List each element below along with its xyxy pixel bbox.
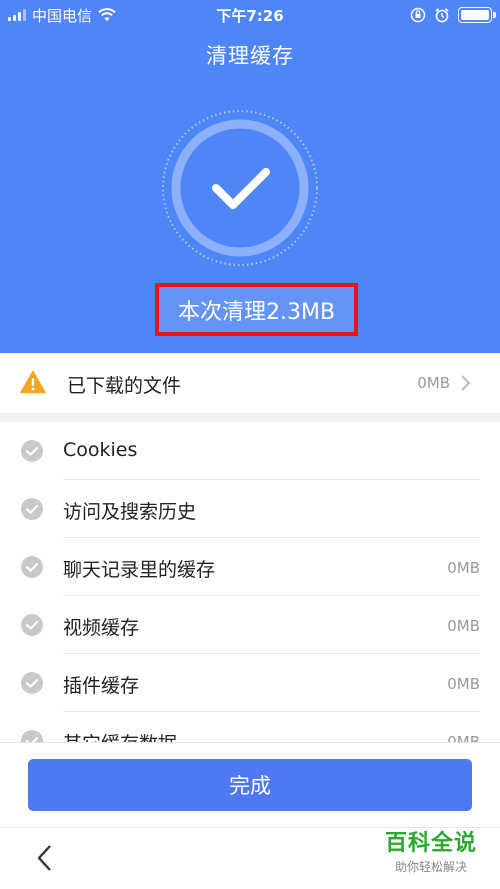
header-panel: 中国电信 下午7:26 清理缓存 本次清理2.3MB [0,0,500,353]
cache-item-label: 聊天记录里的缓存 [63,559,216,581]
cleaned-amount-text: 本次清理2.3MB [159,287,354,332]
cache-item-history[interactable]: 访问及搜索历史 [0,480,500,538]
check-circle-icon[interactable] [21,556,43,578]
page-title: 清理缓存 [206,44,294,68]
check-circle-icon[interactable] [21,730,43,742]
cache-item-label: 访问及搜索历史 [63,501,197,523]
downloaded-files-size: 0MB [417,374,450,392]
cleaned-amount-highlight: 本次清理2.3MB [155,283,358,336]
check-circle-icon[interactable] [21,440,43,462]
alarm-icon [435,8,449,23]
watermark-title: 百科全说 [384,831,477,856]
cache-item-label: Cookies [63,439,138,461]
cache-item-other[interactable]: 其它缓存数据 0MB [0,712,500,742]
watermark-logo: 百科全说 助你轻松解决 [376,825,486,877]
cache-item-size: 0MB [447,733,480,742]
check-circle-icon[interactable] [21,672,43,694]
done-button[interactable]: 完成 [28,759,472,811]
cache-item-size: 0MB [447,617,480,635]
cache-item-plugin[interactable]: 插件缓存 0MB [0,654,500,712]
cache-item-chat[interactable]: 聊天记录里的缓存 0MB [0,538,500,596]
cache-item-label: 插件缓存 [63,675,140,697]
cache-item-label: 视频缓存 [63,617,140,639]
downloaded-files-label: 已下载的文件 [67,375,182,397]
cache-item-cookies[interactable]: Cookies [0,422,500,480]
cache-item-video[interactable]: 视频缓存 0MB [0,596,500,654]
cache-item-list: Cookies 访问及搜索历史 聊天记录里的缓存 0MB 视频缓存 0MB 插件… [0,422,500,742]
bottom-panel: 完成 百科全说 助你轻松解决 [0,742,500,889]
cache-item-size: 0MB [447,559,480,577]
watermark-subtitle: 助你轻松解决 [394,860,467,874]
back-chevron-icon[interactable] [34,843,54,873]
check-circle-icon[interactable] [21,614,43,636]
section-separator [0,413,500,422]
downloaded-files-row[interactable]: 已下载的文件 0MB [0,353,500,413]
status-bar: 中国电信 下午7:26 [0,0,500,30]
battery-icon [458,7,496,23]
warning-icon [20,370,46,394]
cache-item-size: 0MB [447,675,480,693]
rotation-lock-icon [410,7,426,23]
check-circle-icon[interactable] [21,498,43,520]
cache-item-label: 其它缓存数据 [63,729,177,742]
success-check-icon [162,110,318,266]
chevron-right-icon [461,375,471,391]
